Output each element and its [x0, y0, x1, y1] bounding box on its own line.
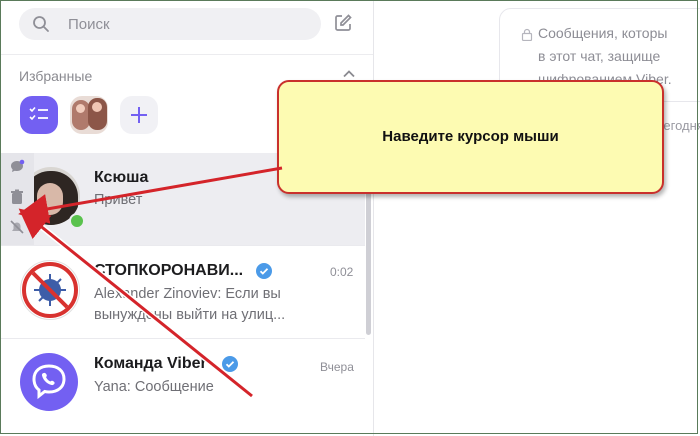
- chat-row[interactable]: СТОПКОРОНАВИ... 0:02 Alexander Zinoviev:…: [0, 246, 365, 338]
- search-box[interactable]: Поиск: [19, 8, 321, 40]
- chat-last-message: Привет: [94, 192, 143, 208]
- chat-name: СТОПКОРОНАВИ...: [94, 262, 244, 279]
- chat-name: Ксюша: [94, 169, 149, 186]
- search-icon: [32, 15, 50, 38]
- row-action-strip: [0, 153, 34, 245]
- notice-line: Сообщения, которы: [538, 25, 668, 41]
- chat-name: Команда Viber: [94, 355, 207, 372]
- callout-text: Наведите курсор мыши: [382, 128, 559, 145]
- chat-last-message-cont: вынуждены выйти на улиц...: [94, 307, 286, 323]
- chat-time: Вчера: [320, 360, 354, 374]
- favorite-group-avatar[interactable]: [70, 96, 108, 134]
- add-favorite-button[interactable]: [120, 96, 158, 134]
- avatar: [20, 353, 78, 411]
- online-indicator: [69, 213, 85, 229]
- chat-row[interactable]: Команда Viber Вчера Yana: Сообщение: [0, 339, 365, 431]
- divider: [0, 54, 373, 55]
- chat-bubble-icon[interactable]: [9, 159, 25, 180]
- chat-last-message: Alexander Zinoviev: Если вы: [94, 286, 281, 302]
- mute-icon[interactable]: [9, 219, 25, 240]
- chat-last-message: Yana: Сообщение: [94, 379, 214, 395]
- chat-time: 0:02: [330, 265, 354, 279]
- checklist-icon: [29, 106, 48, 121]
- trash-icon[interactable]: [9, 189, 25, 210]
- lock-icon: [521, 28, 533, 46]
- chat-list-panel: Поиск Избранные Ксюша Привет СТОПКОРОНАВ…: [0, 0, 374, 436]
- verified-icon: [222, 356, 238, 372]
- favorites-title: Избранные: [19, 68, 93, 84]
- compose-icon[interactable]: [333, 13, 353, 38]
- notice-line: в этот чат, защище: [538, 48, 661, 64]
- tutorial-callout: Наведите курсор мыши: [277, 80, 664, 194]
- avatar: [20, 260, 80, 320]
- plus-icon: [131, 107, 147, 123]
- search-placeholder: Поиск: [68, 16, 110, 33]
- viber-logo-icon: [32, 364, 66, 400]
- favorite-checklist[interactable]: [20, 96, 58, 134]
- verified-icon: [256, 263, 272, 279]
